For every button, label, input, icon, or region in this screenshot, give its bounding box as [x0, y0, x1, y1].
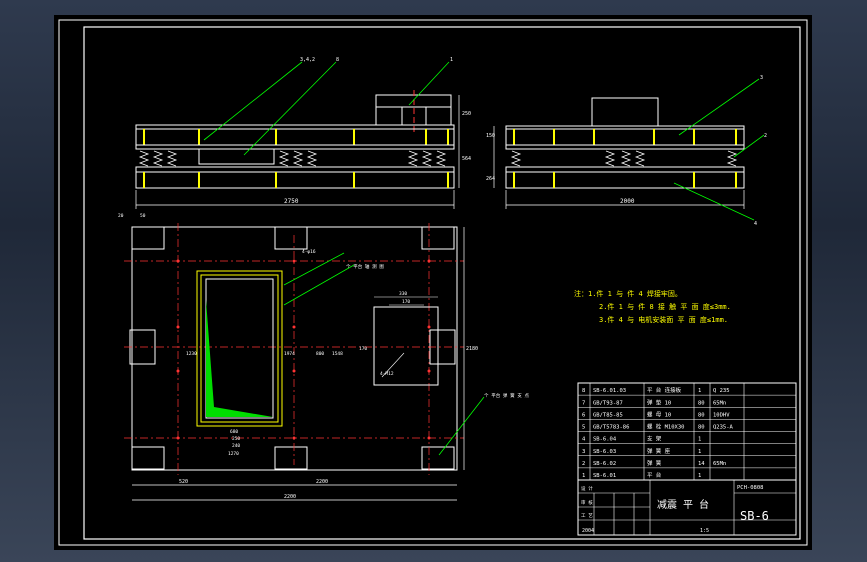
- bom-cell-qty: 1: [698, 473, 701, 479]
- bom-cell-mat: 65Mn: [713, 400, 726, 406]
- bom-cell-code: SB-6.01.03: [593, 388, 626, 394]
- bom-cell-name: 支 架: [647, 435, 662, 443]
- check-label: 审 核: [581, 499, 593, 506]
- bom-cell-code: SB-6.03: [593, 449, 616, 455]
- plan-outline: [131, 226, 458, 471]
- title-block: 减震 平 台 SB-6 PCH-0808 1:5 2004 设 计 审 核 工 …: [577, 479, 797, 536]
- bom-cell-mat: 10DHV: [713, 412, 730, 418]
- technical-notes: 注：1.件 1 与 件 4 焊接牢固。 2.件 1 与 件 8 接 触 平 面 …: [574, 289, 731, 324]
- bom-cell-code: GB/T85-85: [593, 412, 623, 418]
- drawing-canvas: 2750 250 564 3,4,2 8 1 2000 150 264 3 2 …: [58, 19, 808, 546]
- plan-bottom-w1: 1270: [228, 451, 239, 457]
- bom-cell-name: 弹 簧 座: [647, 447, 671, 455]
- plan-inner-h2: 800: [316, 351, 324, 357]
- plate-h-dim: 170: [359, 346, 367, 352]
- bom-cell-no: 2: [582, 461, 585, 467]
- callout-3: 3: [760, 75, 763, 81]
- front-top-plate: [135, 124, 455, 146]
- plan-height-dim: 2180: [466, 346, 478, 352]
- project-code: PCH-0808: [737, 485, 764, 491]
- bom-cell-code: SB-6.01: [593, 473, 616, 479]
- plan-bottom-w3: 240: [232, 443, 240, 449]
- side-springs: [510, 150, 738, 167]
- callout-2: 2: [764, 133, 767, 139]
- inner-frame: [83, 26, 801, 540]
- bom-cell-name: 弹 垫 10: [647, 398, 671, 406]
- bom-cell-mat: Q 235: [713, 388, 730, 394]
- plan-right-dim: 2200: [316, 479, 328, 485]
- front-mid-height-dim: 564: [462, 156, 471, 162]
- plan-left-mark2: 50: [140, 213, 146, 219]
- front-length-dim: 2750: [284, 198, 299, 205]
- front-springs: [138, 150, 447, 167]
- outer-frame: [58, 19, 808, 546]
- front-top-height-dim: 250: [462, 111, 471, 117]
- bom-cell-no: 5: [582, 425, 585, 431]
- bom-cell-no: 8: [582, 388, 585, 394]
- bom-cell-code: GB/T5783-86: [593, 425, 629, 431]
- plan-note-2: 个 平台 弹 簧 支 点: [484, 392, 530, 399]
- plan-inner-h4: 1548: [332, 351, 343, 357]
- date: 2004: [582, 528, 594, 534]
- side-motor-box: [591, 97, 659, 127]
- callout-8: 8: [336, 57, 339, 63]
- bom-cell-code: SB-6.02: [593, 461, 616, 467]
- plan-note-1: 个 平台 轴 测 图: [346, 263, 384, 270]
- plate-w2-dim: 170: [402, 299, 410, 305]
- side-length-dim: 2000: [620, 198, 635, 205]
- bom-cell-mat: Q235-A: [713, 425, 734, 431]
- plan-inner-h3: 1974: [284, 351, 295, 357]
- plan-view: 330 170 170 4-M12 2200 520 2200 2180 20 …: [118, 213, 530, 501]
- front-view: 2750 250 564 3,4,2 8 1: [135, 57, 471, 209]
- drawing-title: 减震 平 台: [657, 498, 709, 511]
- bom-cell-name: 螺 栓 M10X30: [647, 423, 685, 431]
- side-view: 2000 150 264 3 2 4: [486, 75, 767, 227]
- bom-cell-no: 1: [582, 473, 585, 479]
- plate-w1-dim: 330: [399, 291, 407, 297]
- plan-bottom-w2: 680: [230, 429, 238, 435]
- bom-cell-code: SB-6.04: [593, 437, 617, 443]
- bom-table: 8 SB-6.01.03 平 台 连接板 1 Q 235 7 GB/T93-87 弹 垫 10…: [577, 382, 797, 481]
- drawing-number: SB-6: [740, 509, 769, 523]
- plan-width-dim: 2200: [284, 494, 296, 500]
- process-label: 工 艺: [581, 513, 593, 519]
- note-3: 3.件 4 与 电机安装面 平 面 度≤1mm.: [599, 315, 728, 324]
- bom-cell-no: 6: [582, 412, 585, 418]
- cad-viewport: 2750 250 564 3,4,2 8 1 2000 150 264 3 2 …: [0, 0, 867, 562]
- plan-angle-note: 4-φ16: [302, 249, 316, 255]
- bom-cell-no: 4: [582, 437, 586, 443]
- plate-bolt-note: 4-M12: [380, 371, 394, 377]
- plan-bottom-w4: 250: [232, 436, 240, 442]
- design-label: 设 计: [581, 485, 593, 492]
- front-bottom-frame: [135, 171, 455, 189]
- callout-1: 1: [450, 57, 453, 63]
- side-bottom-height-dim: 264: [486, 176, 495, 182]
- bom-cell-name: 弹 簧: [647, 459, 662, 467]
- bom-cell-no: 3: [582, 449, 585, 455]
- callout-4: 4: [754, 221, 757, 227]
- plan-hatch: [206, 300, 273, 417]
- note-2: 2.件 1 与 件 8 接 触 平 面 度≤3mm.: [599, 302, 731, 311]
- bom-cell-qty: 80: [698, 412, 705, 418]
- bom-cell-qty: 80: [698, 400, 705, 406]
- bom-cell-qty: 1: [698, 388, 701, 394]
- drawing-sheet: 2750 250 564 3,4,2 8 1 2000 150 264 3 2 …: [54, 15, 812, 550]
- bom-cell-no: 7: [582, 400, 585, 406]
- callout-342: 3,4,2: [300, 57, 315, 63]
- plan-inner-h1: 1230: [186, 351, 197, 357]
- bom-cell-mat: 65Mn: [713, 461, 726, 467]
- bom-cell-qty: 1: [698, 437, 701, 443]
- plan-left-mark: 20: [118, 213, 124, 219]
- plan-offset-dim: 520: [179, 479, 188, 485]
- scale: 1:5: [700, 528, 709, 534]
- bom-cell-qty: 1: [698, 449, 701, 455]
- bom-cell-code: GB/T93-87: [593, 400, 623, 406]
- bom-cell-qty: 80: [698, 425, 705, 431]
- bom-cell-name: 平 台: [647, 471, 662, 479]
- bom-cell-name: 平 台 连接板: [647, 386, 682, 394]
- side-top-height-dim: 150: [486, 133, 495, 139]
- bom-cell-qty: 14: [698, 461, 705, 467]
- note-1: 注：1.件 1 与 件 4 焊接牢固。: [574, 289, 682, 298]
- bom-cell-name: 螺 母 10: [647, 410, 671, 418]
